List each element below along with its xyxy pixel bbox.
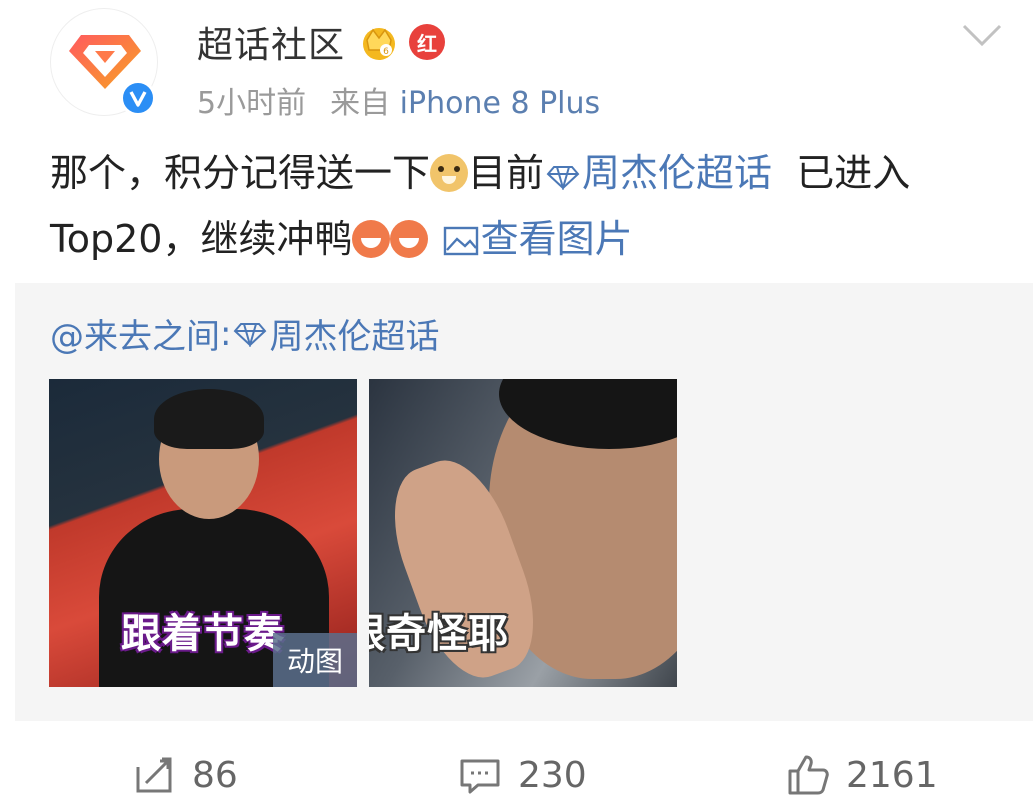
thumbs-up-icon	[788, 755, 829, 795]
repost-image-2[interactable]: 跟奇怪耶	[369, 379, 677, 687]
source-prefix: 来自	[330, 86, 391, 121]
weibo-post: 超话社区 6 红 5小时前 来自 iPhone 8 Plus 那个，积分记得送一…	[0, 0, 1033, 811]
repost-separator: :	[220, 313, 232, 354]
post-source: 来自 iPhone 8 Plus	[330, 78, 600, 122]
image-figure	[154, 389, 264, 449]
text-part-1: 那个，积分记得送一下	[50, 151, 431, 195]
repost-button[interactable]: 86	[132, 750, 238, 800]
text-part-2: 目前	[468, 151, 545, 195]
diamond-icon	[234, 322, 267, 347]
action-bar: 86 230 2161	[0, 740, 1033, 810]
doge-emoji-icon	[430, 154, 469, 192]
image-caption: 跟奇怪耶	[369, 611, 509, 657]
source-device[interactable]: iPhone 8 Plus	[400, 86, 601, 121]
comment-button[interactable]: 230	[458, 750, 587, 800]
crown-badge-icon: 6	[363, 28, 396, 60]
view-image-label: 查看图片	[480, 217, 633, 261]
gif-badge: 动图	[273, 633, 357, 687]
repost-image-1[interactable]: 跟着节奏 动图	[49, 379, 357, 687]
verified-badge-icon	[120, 80, 156, 116]
author-row: 超话社区 6 红	[197, 14, 446, 70]
comment-icon	[460, 759, 500, 794]
like-button[interactable]: 2161	[786, 750, 938, 800]
repost-mention[interactable]: @来去之间	[50, 309, 220, 358]
svg-text:6: 6	[383, 47, 389, 57]
comment-count: 230	[518, 754, 587, 796]
repost-topic-link[interactable]: 周杰伦超话	[269, 309, 439, 358]
repost-header: @来去之间 : 周杰伦超话	[50, 309, 439, 358]
diamond-icon	[546, 166, 580, 190]
laugh-emoji-icon	[352, 220, 391, 258]
topic-link[interactable]: 周杰伦超话	[544, 151, 772, 195]
reposted-content[interactable]: @来去之间 : 周杰伦超话 跟着节奏 动图 跟奇怪耶	[15, 283, 1033, 721]
text-part-4: Top20，继续冲鸭	[50, 217, 353, 261]
text-part-3: 已进入	[796, 151, 911, 195]
post-time: 5小时前	[197, 86, 307, 121]
view-image-link[interactable]: 查看图片	[441, 217, 633, 261]
image-caption: 跟着节奏	[121, 611, 285, 657]
post-text: 那个，积分记得送一下 目前 周杰伦超话 已进入 Top20，继续冲鸭 查看图片	[50, 140, 1010, 272]
chevron-down-icon[interactable]	[960, 20, 1004, 50]
image-icon	[443, 226, 478, 256]
red-badge-icon: 红	[409, 24, 446, 60]
author-name[interactable]: 超话社区	[197, 16, 345, 68]
topic-link-label: 周杰伦超话	[582, 151, 773, 195]
repost-count: 86	[192, 754, 238, 796]
post-meta: 5小时前 来自 iPhone 8 Plus	[197, 78, 600, 122]
like-count: 2161	[846, 754, 938, 796]
share-icon	[136, 757, 172, 793]
laugh-emoji-icon	[390, 220, 429, 258]
